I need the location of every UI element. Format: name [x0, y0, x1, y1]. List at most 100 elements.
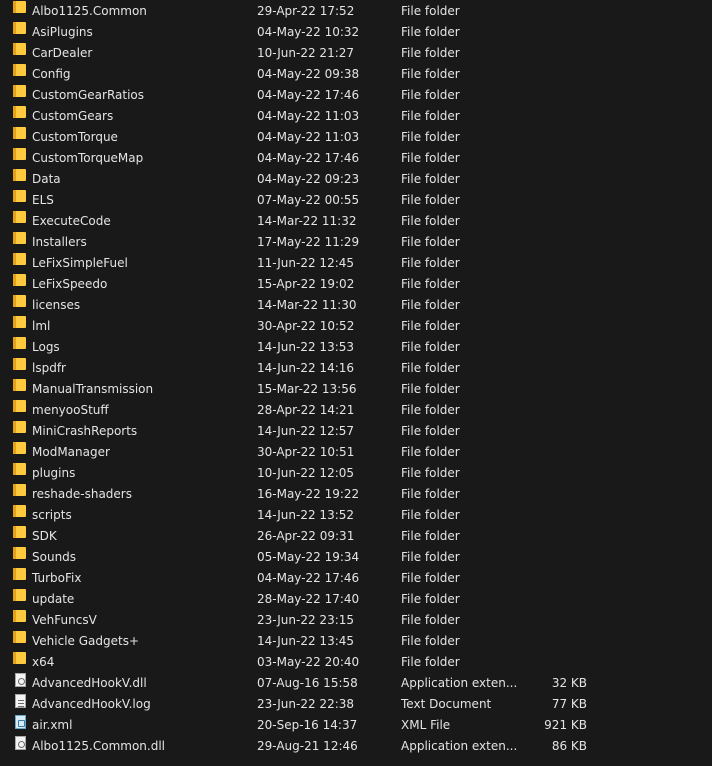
- folder-icon: [12, 169, 28, 190]
- folder-icon: [12, 211, 28, 232]
- file-row[interactable]: Logs 14-Jun-22 13:53 File folder: [0, 337, 712, 358]
- file-row[interactable]: ManualTransmission 15-Mar-22 13:56 File fo…: [0, 379, 712, 400]
- folder-icon: [12, 1, 28, 22]
- file-row[interactable]: AdvancedHookV.log 23-Jun-22 22:38 Text Doc…: [0, 694, 712, 715]
- file-date-modified: 04-May-22 09:23: [257, 172, 360, 186]
- file-row[interactable]: lml 30-Apr-22 10:52 File folder: [0, 316, 712, 337]
- file-date-modified: 29-Apr-22 17:52: [257, 4, 355, 18]
- file-row[interactable]: CustomGears 04-May-22 11:03 File folder: [0, 106, 712, 127]
- file-row[interactable]: LeFixSpeedo 15-Apr-22 19:02 File folder: [0, 274, 712, 295]
- file-row[interactable]: LeFixSimpleFuel 11-Jun-22 12:45 File folde…: [0, 253, 712, 274]
- file-name: Sounds: [32, 550, 77, 564]
- file-type: File folder: [401, 25, 460, 39]
- file-size: 77 KB: [551, 697, 587, 711]
- file-type: File folder: [401, 298, 460, 312]
- file-row[interactable]: x64 03-May-22 20:40 File folder: [0, 652, 712, 673]
- file-name: CarDealer: [32, 46, 93, 60]
- folder-icon: [12, 358, 28, 379]
- file-type: File folder: [401, 319, 460, 333]
- file-date-modified: 04-May-22 10:32: [257, 25, 360, 39]
- file-name: CustomTorqueMap: [32, 151, 144, 165]
- folder-icon: [12, 190, 28, 211]
- file-name: plugins: [32, 466, 76, 480]
- folder-icon: [12, 295, 28, 316]
- folder-icon: [12, 547, 28, 568]
- file-row[interactable]: menyooStuff 28-Apr-22 14:21 File folder: [0, 400, 712, 421]
- file-row[interactable]: Vehicle Gadgets+ 14-Jun-22 13:45 File fold…: [0, 631, 712, 652]
- file-date-modified: 14-Mar-22 11:32: [257, 214, 357, 228]
- folder-icon: [12, 274, 28, 295]
- file-row[interactable]: CarDealer 10-Jun-22 21:27 File folder: [0, 43, 712, 64]
- file-type: File folder: [401, 382, 460, 396]
- file-type: File folder: [401, 445, 460, 459]
- file-name: CustomGears: [32, 109, 114, 123]
- file-date-modified: 28-May-22 17:40: [257, 592, 360, 606]
- file-row[interactable]: CustomTorque 04-May-22 11:03 File folder: [0, 127, 712, 148]
- folder-icon: [12, 421, 28, 442]
- file-type: Text Document: [401, 697, 492, 711]
- file-row[interactable]: Sounds 05-May-22 19:34 File folder: [0, 547, 712, 568]
- file-row[interactable]: TurboFix 04-May-22 17:46 File folder: [0, 568, 712, 589]
- file-row[interactable]: Albo1125.Common.dll 29-Aug-21 12:46 Applic…: [0, 736, 712, 757]
- file-name: TurboFix: [32, 571, 82, 585]
- file-row[interactable]: VehFuncsV 23-Jun-22 23:15 File folder: [0, 610, 712, 631]
- folder-icon: [12, 337, 28, 358]
- file-type: File folder: [401, 424, 460, 438]
- file-date-modified: 17-May-22 11:29: [257, 235, 360, 249]
- file-row[interactable]: SDK 26-Apr-22 09:31 File folder: [0, 526, 712, 547]
- file-date-modified: 07-May-22 00:55: [257, 193, 360, 207]
- file-name: lspdfr: [32, 361, 66, 375]
- file-row[interactable]: Data 04-May-22 09:23 File folder: [0, 169, 712, 190]
- folder-icon: [12, 127, 28, 148]
- file-date-modified: 23-Jun-22 22:38: [257, 697, 355, 711]
- file-row[interactable]: CustomTorqueMap 04-May-22 17:46 File folde…: [0, 148, 712, 169]
- file-row[interactable]: MiniCrashReports 14-Jun-22 12:57 File fold…: [0, 421, 712, 442]
- file-row[interactable]: Albo1125.Common 29-Apr-22 17:52 File folde…: [0, 1, 712, 22]
- file-type: File folder: [401, 634, 460, 648]
- file-row[interactable]: ExecuteCode 14-Mar-22 11:32 File folder: [0, 211, 712, 232]
- file-row[interactable]: Config 04-May-22 09:38 File folder: [0, 64, 712, 85]
- file-date-modified: 10-Jun-22 21:27: [257, 46, 355, 60]
- file-type: File folder: [401, 529, 460, 543]
- file-row[interactable]: CustomGearRatios 04-May-22 17:46 File fold…: [0, 85, 712, 106]
- file-date-modified: 14-Jun-22 13:53: [257, 340, 355, 354]
- file-size: 32 KB: [551, 676, 587, 690]
- file-row[interactable]: licenses 14-Mar-22 11:30 File folder: [0, 295, 712, 316]
- file-name: update: [32, 592, 75, 606]
- file-row[interactable]: plugins 10-Jun-22 12:05 File folder: [0, 463, 712, 484]
- file-name: Vehicle Gadgets+: [32, 634, 140, 648]
- folder-icon: [12, 22, 28, 43]
- file-type: File folder: [401, 655, 460, 669]
- file-row[interactable]: reshade-shaders 16-May-22 19:22 File folde…: [0, 484, 712, 505]
- file-row[interactable]: update 28-May-22 17:40 File folder: [0, 589, 712, 610]
- folder-icon: [12, 148, 28, 169]
- file-row[interactable]: ModManager 30-Apr-22 10:51 File folder: [0, 442, 712, 463]
- folder-icon: [12, 43, 28, 64]
- file-name: MiniCrashReports: [32, 424, 138, 438]
- file-type: File folder: [401, 88, 460, 102]
- file-type: File folder: [401, 277, 460, 291]
- folder-icon: [12, 526, 28, 547]
- file-type: Application exten...: [401, 676, 518, 690]
- folder-icon: [12, 316, 28, 337]
- file-name: AsiPlugins: [32, 25, 93, 39]
- folder-icon: [12, 463, 28, 484]
- file-row[interactable]: Installers 17-May-22 11:29 File folder: [0, 232, 712, 253]
- file-type: File folder: [401, 361, 460, 375]
- file-row[interactable]: lspdfr 14-Jun-22 14:16 File folder: [0, 358, 712, 379]
- file-row[interactable]: scripts 14-Jun-22 13:52 File folder: [0, 505, 712, 526]
- file-type: File folder: [401, 403, 460, 417]
- file-date-modified: 14-Jun-22 13:45: [257, 634, 355, 648]
- file-type: File folder: [401, 4, 460, 18]
- file-row[interactable]: AdvancedHookV.dll 07-Aug-16 15:58 Applicat…: [0, 673, 712, 694]
- file-date-modified: 04-May-22 09:38: [257, 67, 360, 81]
- file-date-modified: 14-Jun-22 13:52: [257, 508, 355, 522]
- file-row[interactable]: AsiPlugins 04-May-22 10:32 File folder: [0, 22, 712, 43]
- file-row[interactable]: air.xml 20-Sep-16 14:37 XML File 921 KB: [0, 715, 712, 736]
- folder-icon: [12, 568, 28, 589]
- dll-file-icon: [12, 736, 28, 757]
- file-date-modified: 05-May-22 19:34: [257, 550, 360, 564]
- folder-icon: [12, 589, 28, 610]
- folder-icon: [12, 232, 28, 253]
- file-row[interactable]: ELS 07-May-22 00:55 File folder: [0, 190, 712, 211]
